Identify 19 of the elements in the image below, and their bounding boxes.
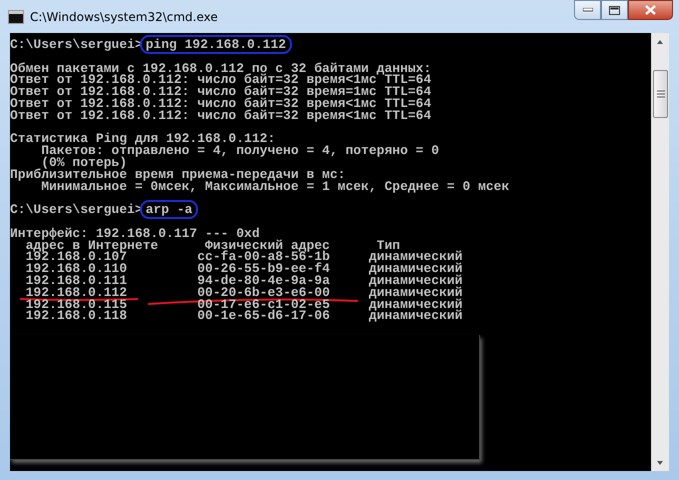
minimize-icon (582, 8, 592, 12)
mac-address-text: 00-1e-65-d6-17-06 (197, 308, 330, 324)
output-line: Статистика Ping для 192.168.0.112: (10, 131, 276, 146)
grip-icon (656, 90, 664, 98)
output-line: (0% потерь) (41, 154, 128, 170)
maximize-button[interactable] (601, 0, 628, 20)
ip-address-text: 192.168.0.118 (26, 308, 128, 324)
command-text: ping 192.168.0.112 (140, 35, 292, 54)
scrollbar[interactable] (651, 33, 669, 471)
close-icon (645, 5, 656, 15)
scroll-thumb[interactable] (653, 70, 668, 118)
minimize-button[interactable] (574, 0, 601, 20)
window-title: C:\Windows\system32\cmd.exe (30, 8, 218, 26)
output-line: Интерфейс: 192.168.0.117 --- 0xd (10, 226, 260, 241)
close-button[interactable] (628, 0, 673, 20)
maximize-icon (609, 6, 620, 14)
console-app-icon (8, 10, 24, 24)
type-text: динамический (368, 308, 463, 324)
command-text: arp -a (140, 200, 198, 220)
